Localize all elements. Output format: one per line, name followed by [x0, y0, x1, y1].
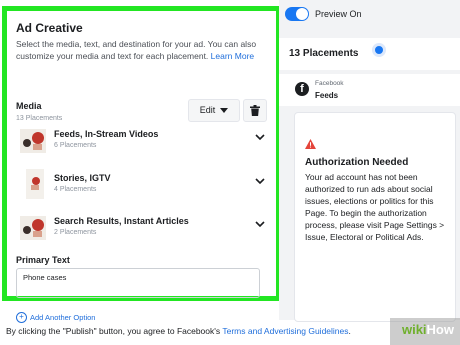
media-item-title: Feeds, In-Stream Videos	[54, 129, 159, 139]
wikihow-watermark: wikiHow	[402, 322, 454, 337]
media-thumbnail	[20, 129, 46, 153]
preview-toggle[interactable]	[285, 7, 309, 21]
caret-down-icon	[220, 108, 229, 114]
watermark-how: How	[426, 322, 454, 337]
toggle-knob	[296, 8, 308, 20]
chevron-down-icon[interactable]	[255, 134, 265, 141]
chevron-down-icon[interactable]	[255, 221, 265, 228]
media-title: Media	[16, 101, 42, 111]
authorization-card: Authorization Needed Your ad account has…	[294, 112, 456, 322]
ad-creative-panel: Ad Creative Select the media, text, and …	[2, 6, 281, 323]
facebook-icon: f	[295, 82, 309, 96]
active-dot-indicator	[375, 46, 383, 54]
learn-more-link[interactable]: Learn More	[211, 51, 254, 61]
media-item-count: 6 Placements	[54, 142, 97, 149]
placements-header: 13 Placements	[279, 38, 460, 70]
placements-title: 13 Placements	[289, 48, 359, 59]
terms-link[interactable]: Terms and Advertising Guidelines	[222, 326, 348, 336]
add-another-option-button[interactable]: + Add Another Option	[16, 312, 95, 323]
media-thumbnail	[26, 169, 44, 199]
media-item-count: 4 Placements	[54, 186, 97, 193]
auth-title: Authorization Needed	[305, 157, 409, 168]
auth-body: Your ad account has not been authorized …	[305, 172, 445, 242]
delete-button[interactable]	[243, 99, 267, 122]
media-item-search-results[interactable]: Search Results, Instant Articles 2 Place…	[16, 214, 268, 242]
warning-icon	[305, 139, 316, 149]
ad-creative-title: Ad Creative	[16, 21, 83, 35]
watermark-wiki: wiki	[401, 322, 427, 337]
media-item-feeds[interactable]: Feeds, In-Stream Videos 6 Placements	[16, 127, 268, 155]
footer-suffix: .	[348, 326, 351, 336]
plus-circle-icon: +	[16, 312, 27, 323]
media-thumbnail	[20, 216, 46, 240]
platform-name: Facebook	[315, 80, 344, 87]
primary-text-label: Primary Text	[16, 255, 70, 265]
primary-text-input[interactable]: Phone cases	[16, 268, 260, 298]
placement-name: Feeds	[315, 91, 339, 100]
placement-facebook-feeds[interactable]: f Facebook Feeds	[279, 74, 460, 106]
publish-terms-notice: By clicking the "Publish" button, you ag…	[6, 326, 351, 336]
chevron-down-icon[interactable]	[255, 178, 265, 185]
preview-toggle-label: Preview On	[315, 9, 362, 19]
media-item-stories[interactable]: Stories, IGTV 4 Placements	[16, 169, 268, 199]
media-placement-count: 13 Placements	[16, 115, 63, 122]
media-item-count: 2 Placements	[54, 229, 97, 236]
footer-prefix: By clicking the "Publish" button, you ag…	[6, 326, 221, 336]
edit-dropdown-button[interactable]: Edit	[188, 99, 240, 122]
media-item-title: Search Results, Instant Articles	[54, 216, 189, 226]
add-option-label: Add Another Option	[30, 313, 96, 322]
media-item-title: Stories, IGTV	[54, 173, 111, 183]
ad-creative-description: Select the media, text, and destination …	[16, 38, 268, 62]
trash-icon	[250, 105, 260, 116]
edit-label: Edit	[199, 105, 216, 115]
